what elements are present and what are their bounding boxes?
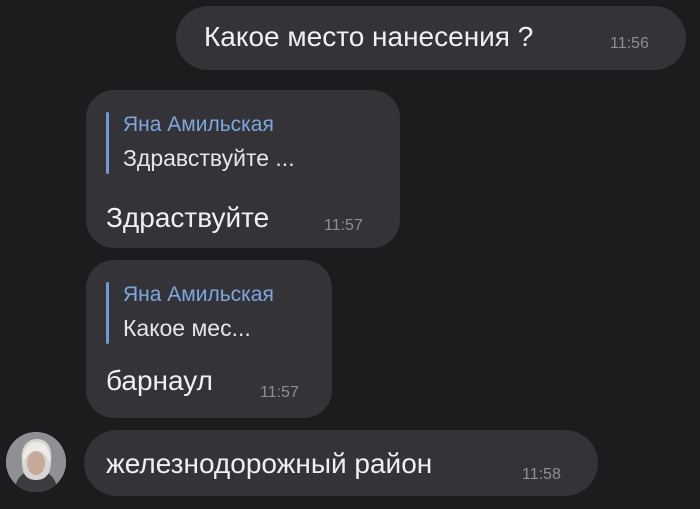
message-outgoing[interactable]: Какое место нанесения ? 11:56: [176, 6, 686, 70]
user-avatar[interactable]: [6, 432, 66, 492]
quote-author: Яна Амильская: [123, 283, 274, 306]
quote-author: Яна Амильская: [123, 113, 274, 136]
chat-history: Какое место нанесения ? 11:56 Яна Амильс…: [0, 0, 700, 509]
message-time: 11:56: [610, 35, 649, 52]
reply-quote[interactable]: Яна Амильская Здравствуйте ...: [106, 112, 295, 174]
quote-snippet: Здравствуйте ...: [123, 145, 295, 171]
message-time: 11:58: [522, 466, 561, 483]
message-text: Здраствуйте: [106, 202, 270, 233]
message-text: барнаул: [106, 365, 213, 396]
quote-accent-bar: [106, 282, 109, 344]
avatar-photo-icon: [6, 432, 66, 492]
reply-quote[interactable]: Яна Амильская Какое мес...: [106, 282, 274, 344]
quote-snippet: Какое мес...: [123, 315, 251, 341]
message-time: 11:57: [324, 217, 363, 234]
quote-accent-bar: [106, 112, 109, 174]
message-text: Какое место нанесения ?: [204, 21, 534, 52]
message-reply[interactable]: Яна Амильская Здравствуйте ... Здраствуй…: [86, 90, 400, 248]
message-reply[interactable]: Яна Амильская Какое мес... барнаул 11:57: [86, 260, 332, 418]
message-time: 11:57: [260, 384, 299, 401]
message-text: железнодорожный район: [106, 448, 433, 479]
message-incoming[interactable]: железнодорожный район 11:58: [84, 430, 598, 496]
